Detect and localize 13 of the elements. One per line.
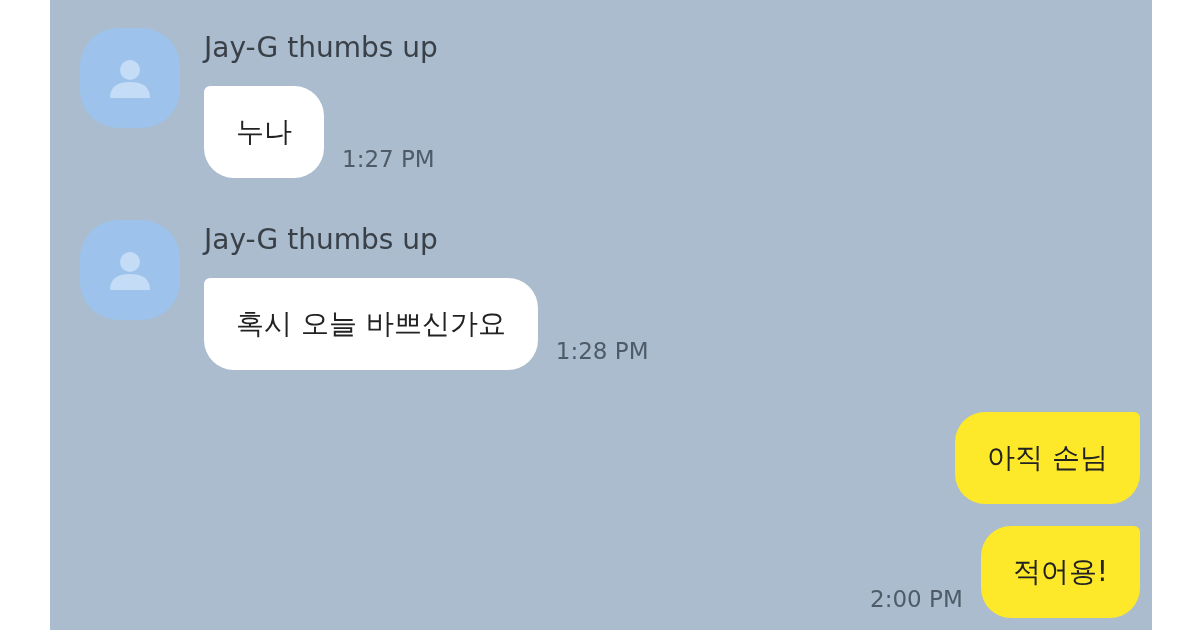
message-bubble: 아직 손님 (955, 412, 1140, 504)
message-bubble: 적어용! (980, 526, 1140, 618)
message-bubble: 혹시 오늘 바쁘신가요 (204, 278, 538, 370)
message-time: 1:28 PM (555, 338, 649, 364)
person-icon (108, 250, 152, 290)
sender-name: Jay-G thumbs up (204, 30, 438, 66)
avatar[interactable] (80, 28, 180, 128)
person-icon (108, 58, 152, 98)
message-time: 1:27 PM (342, 146, 435, 172)
message-time: 2:00 PM (870, 586, 963, 612)
sender-name: Jay-G thumbs up (204, 222, 439, 258)
avatar[interactable] (80, 220, 180, 320)
message-bubble: 누나 (204, 86, 324, 178)
